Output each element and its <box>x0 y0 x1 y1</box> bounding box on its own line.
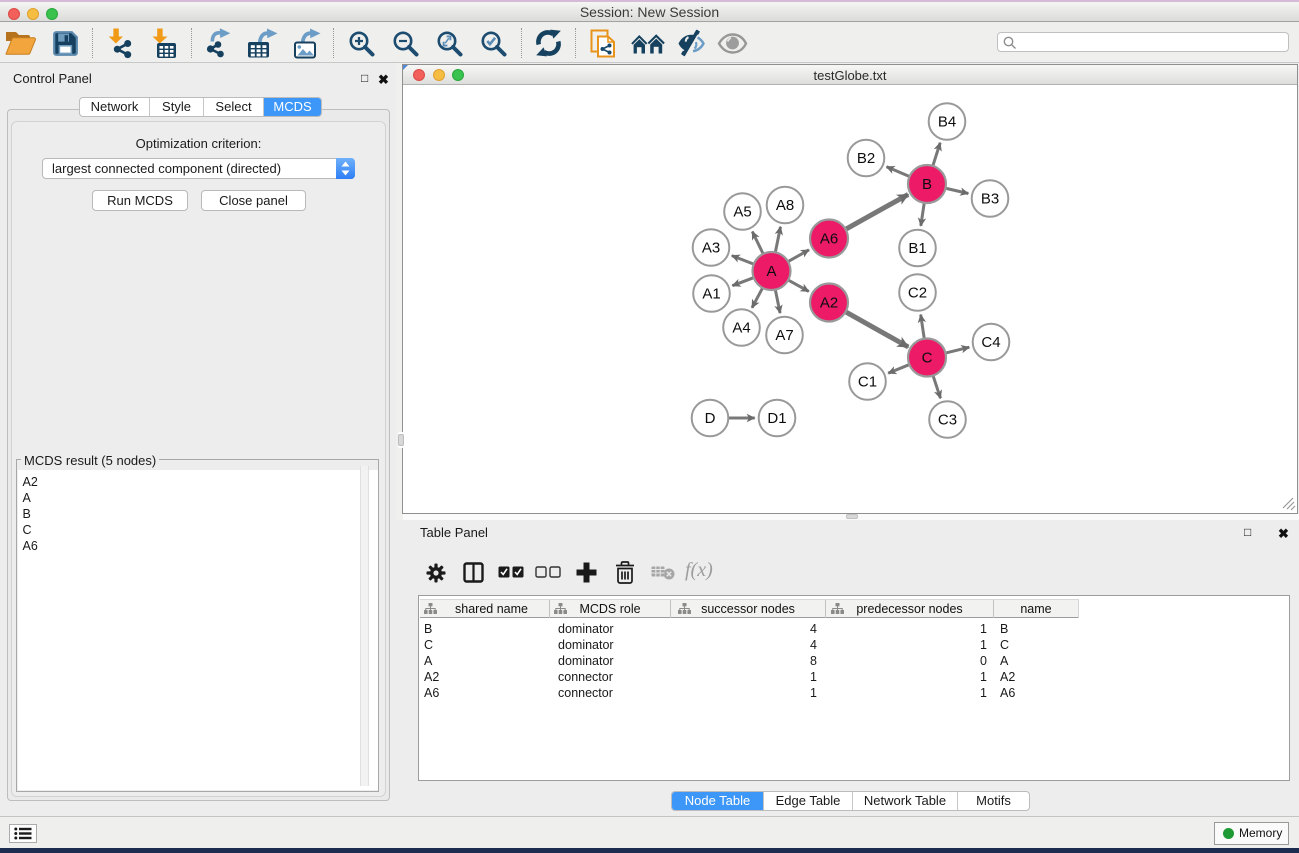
svg-text:A2: A2 <box>820 295 838 312</box>
svg-text:A6: A6 <box>820 231 838 248</box>
svg-text:B2: B2 <box>857 150 875 167</box>
svg-text:B: B <box>922 176 932 193</box>
svg-text:A1: A1 <box>702 286 720 303</box>
svg-text:A: A <box>766 263 776 280</box>
svg-text:B4: B4 <box>938 114 956 131</box>
svg-text:A5: A5 <box>733 204 751 221</box>
svg-text:D1: D1 <box>767 410 786 427</box>
svg-text:C4: C4 <box>981 334 1000 351</box>
svg-text:C3: C3 <box>938 412 957 429</box>
svg-text:A3: A3 <box>702 240 720 257</box>
svg-text:D: D <box>705 410 716 427</box>
svg-text:C2: C2 <box>908 285 927 302</box>
svg-text:A8: A8 <box>776 197 794 214</box>
svg-text:C: C <box>922 350 933 367</box>
svg-text:A4: A4 <box>732 320 750 337</box>
svg-text:B1: B1 <box>908 240 926 257</box>
svg-text:B3: B3 <box>981 191 999 208</box>
svg-text:C1: C1 <box>858 374 877 391</box>
svg-text:A7: A7 <box>775 327 793 344</box>
